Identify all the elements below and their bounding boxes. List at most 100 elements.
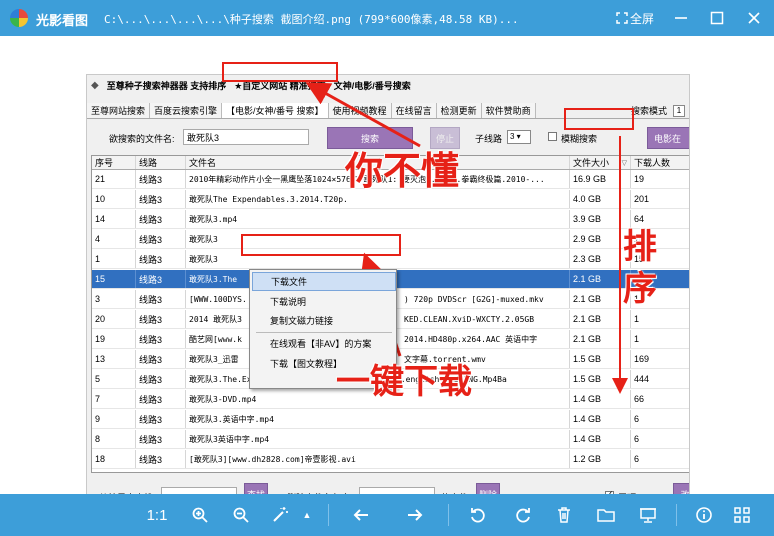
zoom-in-button[interactable]	[188, 504, 212, 526]
menu-item-download[interactable]: 下载文件	[252, 272, 396, 291]
tab-5[interactable]: 检测更新	[436, 103, 482, 118]
fuzzy-checkbox[interactable]	[548, 132, 557, 141]
annotation-dont-understand: 你不懂	[345, 149, 460, 193]
cell-filesize: 4.0 GB	[570, 190, 631, 208]
header-index[interactable]: 序号	[92, 156, 136, 169]
gem-icon: ◆	[91, 79, 99, 91]
tab-3[interactable]: 使用视频教程	[328, 103, 392, 118]
grid-view-button[interactable]	[730, 504, 754, 526]
cell-downloads: 1	[634, 334, 640, 344]
tab-6[interactable]: 软件赞助商	[481, 103, 536, 118]
table-row[interactable]: 18 线路3 [敢死队3][www.dh2828.com]帝壹影视.avi 1.2 G…	[92, 450, 689, 469]
header-route[interactable]: 线路	[136, 156, 186, 169]
cell-index: 13	[92, 350, 136, 368]
top-link-2[interactable]: 文神/电影/番号搜索	[334, 79, 411, 92]
cell-filename: 敢死队3.mp4	[186, 210, 570, 228]
trash-icon	[558, 507, 570, 523]
cell-downloads: 1	[634, 314, 640, 324]
cell-filesize: 1.4 GB	[570, 390, 631, 408]
next-button[interactable]	[402, 504, 428, 526]
cell-route: 线路3	[136, 410, 186, 428]
separator	[448, 504, 449, 526]
cell-downloads: 169	[634, 354, 650, 364]
previous-button[interactable]	[348, 504, 374, 526]
cell-index: 18	[92, 450, 136, 468]
tab-4[interactable]: 在线留言	[391, 103, 437, 118]
open-folder-button[interactable]	[594, 504, 618, 526]
image-viewer-area[interactable]: ◆ 至尊种子搜索神器器 支持排序 ★自定义网站 精准搜索 文神/电影/番号搜索 …	[0, 36, 774, 514]
magic-wand-icon	[273, 507, 288, 522]
menu-item-download-help[interactable]: 下载说明	[252, 292, 396, 311]
tab-0[interactable]: 至尊网站搜索	[87, 103, 151, 118]
file-title: C:\...\...\...\...\种子搜索 截图介绍.png (799*60…	[104, 13, 519, 26]
header-downloads[interactable]: 下载人数	[631, 156, 689, 169]
highlight-box-download	[241, 234, 401, 256]
cell-index: 19	[92, 330, 136, 348]
sort-arrow-icon: ▽	[621, 159, 627, 167]
search-label: 欲搜索的文件名:	[109, 134, 175, 144]
cell-index: 14	[92, 210, 136, 228]
slideshow-icon	[640, 508, 656, 523]
cell-filesize: 2.1 GB	[570, 330, 631, 348]
minimize-icon	[675, 17, 687, 19]
search-mode: 搜索模式 1	[631, 103, 689, 118]
header-filesize[interactable]: 文件大小 ▽	[570, 156, 631, 169]
cell-downloads: 444	[634, 374, 650, 384]
cell-index: 3	[92, 290, 136, 308]
cell-filename: 敢死队3.英语中字.mp4	[186, 410, 570, 428]
tab-2[interactable]: 【电影/女神/番号 搜索】	[222, 103, 329, 118]
cell-filesize: 1.5 GB	[570, 370, 631, 388]
zoom-out-icon	[233, 507, 249, 523]
separator	[676, 504, 677, 526]
cell-filename: [敢死队3][www.dh2828.com]帝壹影视.avi	[186, 450, 570, 468]
cell-route: 线路3	[136, 170, 186, 188]
search-mode-value[interactable]: 1	[673, 104, 685, 117]
cell-filesize: 16.9 GB	[570, 170, 631, 188]
rotate-right-icon	[516, 508, 530, 523]
cell-filename-tail: ) 720p DVDScr [G2G]-muxed.mkv	[404, 294, 544, 304]
slideshow-button[interactable]	[636, 504, 660, 526]
zoom-out-button[interactable]	[229, 504, 253, 526]
tab-1[interactable]: 百度云搜索引擎	[150, 103, 223, 118]
cell-downloads: 66	[634, 394, 645, 404]
cell-route: 线路3	[136, 450, 186, 468]
cell-route: 线路3	[136, 230, 186, 248]
movie-button[interactable]: 电影在	[647, 127, 689, 149]
top-links: ◆ 至尊种子搜索神器器 支持排序 ★自定义网站 精准搜索 文神/电影/番号搜索	[87, 75, 689, 95]
route-select[interactable]: 3 ▾	[507, 130, 531, 144]
cell-route: 线路3	[136, 270, 186, 288]
route-label: 子线路	[475, 134, 503, 144]
table-row[interactable]: 14 线路3 敢死队3.mp4 3.9 GB 64	[92, 210, 689, 229]
close-button[interactable]	[740, 4, 768, 32]
cell-filename-tail: KED.CLEAN.XviD-WXCTY.2.05GB	[404, 314, 535, 324]
table-row[interactable]: 9 线路3 敢死队3.英语中字.mp4 1.4 GB 6	[92, 410, 689, 429]
minimize-button[interactable]	[667, 4, 695, 32]
cell-downloads: 19	[634, 174, 645, 184]
magic-wand-button[interactable]	[268, 504, 292, 526]
maximize-button[interactable]	[703, 4, 731, 32]
info-button[interactable]	[692, 504, 716, 526]
maximize-icon	[710, 11, 724, 25]
delete-image-button[interactable]	[552, 504, 576, 526]
table-row[interactable]: 8 线路3 敢死队3英语中字.mp4 1.4 GB 6	[92, 430, 689, 449]
rotate-left-button[interactable]	[466, 504, 490, 526]
separator	[328, 504, 329, 526]
cell-index: 21	[92, 170, 136, 188]
fullscreen-button[interactable]: 全屏	[612, 4, 658, 32]
wand-dropdown-icon[interactable]: ▲	[300, 504, 314, 526]
ratio-button[interactable]: 1:1	[142, 504, 172, 526]
cell-route: 线路3	[136, 390, 186, 408]
search-input[interactable]	[183, 129, 309, 145]
cell-downloads: 6	[634, 414, 640, 424]
cell-filesize: 1.2 GB	[570, 450, 631, 468]
cell-index: 10	[92, 190, 136, 208]
menu-item-copy-magnet[interactable]: 复制文磁力链接	[252, 311, 396, 330]
cell-index: 8	[92, 430, 136, 448]
top-link-0[interactable]: 至尊种子搜索神器器 支持排序	[107, 79, 227, 92]
cell-filesize: 1.4 GB	[570, 430, 631, 448]
cell-index: 5	[92, 370, 136, 388]
cell-downloads: 201	[634, 194, 650, 204]
menu-item-watch-online[interactable]: 在线观看【非AV】的方案	[252, 334, 396, 353]
cell-route: 线路3	[136, 250, 186, 268]
rotate-right-button[interactable]	[511, 504, 535, 526]
